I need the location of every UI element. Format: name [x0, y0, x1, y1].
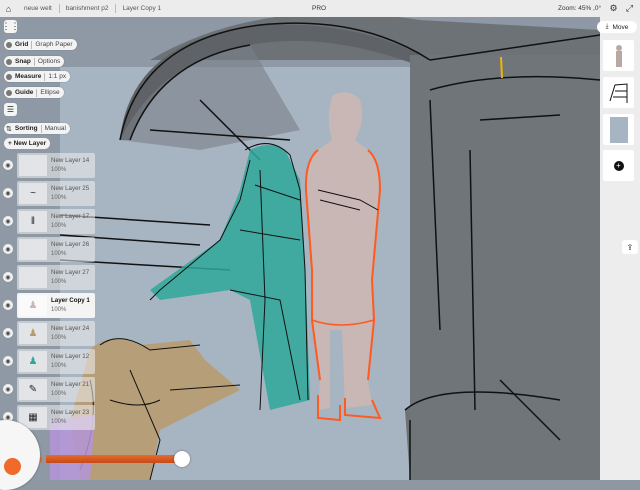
breadcrumb-0[interactable]: neue welt — [17, 0, 59, 17]
layer-opacity: 100% — [51, 363, 67, 369]
grid-tool[interactable]: Grid Graph Paper — [4, 39, 77, 50]
layer-item[interactable]: ◉ ♟ New Layer 24 100% — [3, 321, 95, 346]
measure-label: Measure — [15, 73, 42, 80]
measure-tool[interactable]: Measure 1:1 px — [4, 71, 71, 82]
guide-tool[interactable]: Guide Ellipse — [4, 87, 64, 98]
gear-icon[interactable]: ⚙ — [608, 3, 619, 14]
measure-value[interactable]: 1:1 px — [48, 73, 66, 80]
reference-thumbnail-sketch[interactable] — [603, 77, 634, 108]
layer-name: New Layer 17 — [51, 213, 90, 220]
layer-item[interactable]: ◉ ‖ New Layer 17 100% — [3, 209, 95, 234]
visibility-icon[interactable]: ◉ — [3, 328, 13, 338]
layer-opacity: 100% — [51, 335, 67, 341]
layer-thumbnail: ✎ — [19, 379, 47, 400]
layer-opacity: 100% — [51, 251, 67, 257]
visibility-icon[interactable]: ◉ — [3, 188, 13, 198]
grid-toggle-icon[interactable] — [6, 41, 12, 48]
measure-toggle-icon[interactable] — [6, 73, 12, 80]
layer-name: New Layer 25 — [51, 185, 90, 192]
apps-grid-icon[interactable]: ⋮⋮ — [2, 20, 20, 33]
layers-list: ◉ New Layer 14 100% ◉ ~ New Layer 25 100… — [3, 153, 95, 433]
visibility-icon[interactable]: ◉ — [3, 160, 13, 170]
layer-name: New Layer 21 — [51, 381, 90, 388]
layer-thumbnail: ♟ — [19, 323, 47, 344]
guide-label: Guide — [15, 89, 34, 96]
layer-item[interactable]: ◉ ♟ New Layer 12 100% — [3, 349, 95, 374]
breadcrumb-1[interactable]: banishment p2 — [58, 0, 116, 17]
layer-opacity: 100% — [51, 307, 67, 313]
sorting-value[interactable]: Manual — [45, 125, 66, 132]
layer-thumbnail — [19, 155, 47, 176]
layer-thumbnail — [19, 267, 47, 288]
layer-opacity: 100% — [51, 195, 67, 201]
reference-thumbnail-figure[interactable] — [603, 40, 634, 71]
layer-opacity: 100% — [51, 279, 67, 285]
visibility-icon[interactable]: ◉ — [3, 384, 13, 394]
layer-item[interactable]: ◉ New Layer 26 100% — [3, 237, 95, 262]
guide-toggle-icon[interactable] — [6, 89, 12, 96]
sort-icon: ⇅ — [6, 125, 12, 133]
layer-name: New Layer 24 — [51, 325, 90, 332]
visibility-icon[interactable]: ◉ — [3, 272, 13, 282]
layers-menu-icon[interactable]: ☰ — [4, 103, 17, 116]
grid-value[interactable]: Graph Paper — [35, 41, 72, 48]
layer-item[interactable]: ◉ New Layer 14 100% — [3, 153, 95, 178]
layer-name: New Layer 14 — [51, 157, 90, 164]
move-button[interactable]: ⤓ Move — [597, 21, 637, 33]
sorting-control[interactable]: ⇅ Sorting Manual — [4, 123, 70, 134]
brush-size-slider[interactable] — [46, 455, 186, 463]
pro-label: PRO — [312, 5, 327, 12]
move-label: Move — [612, 23, 629, 31]
layer-name: Layer Copy 1 — [51, 297, 90, 304]
home-icon[interactable]: ⌂ — [0, 3, 17, 14]
layer-thumbnail: ♟ — [19, 351, 47, 372]
visibility-icon[interactable]: ◉ — [3, 216, 13, 226]
layer-name: New Layer 27 — [51, 269, 90, 276]
layer-opacity: 100% — [51, 419, 67, 425]
snap-toggle-icon[interactable] — [6, 58, 12, 65]
share-icon[interactable]: ⇪ — [622, 240, 638, 254]
layer-opacity: 100% — [51, 167, 67, 173]
grid-label: Grid — [15, 41, 29, 48]
reference-thumbnail-blank[interactable] — [603, 114, 634, 145]
layer-item[interactable]: ◉ ✎ New Layer 21 100% — [3, 377, 95, 402]
slider-handle[interactable] — [174, 451, 190, 467]
layer-opacity: 100% — [51, 391, 67, 397]
layer-thumbnail: ♟ — [19, 295, 47, 316]
layer-item[interactable]: ◉ New Layer 27 100% — [3, 265, 95, 290]
layer-thumbnail: ‖ — [19, 211, 47, 232]
layer-opacity: 100% — [51, 223, 67, 229]
layer-item-active[interactable]: ◉ ♟ Layer Copy 1 100% — [3, 293, 95, 318]
layer-thumbnail — [19, 239, 47, 260]
layer-name: New Layer 12 — [51, 353, 90, 360]
new-layer-button[interactable]: + New Layer — [4, 138, 51, 149]
breadcrumb-2[interactable]: Layer Copy 1 — [115, 0, 168, 17]
sorting-label: Sorting — [14, 125, 38, 132]
layer-name: New Layer 26 — [51, 241, 90, 248]
zoom-readout[interactable]: Zoom: 45% ,0° — [558, 0, 601, 17]
plus-icon: + — [613, 160, 624, 171]
guide-value[interactable]: Ellipse — [40, 89, 59, 96]
visibility-icon[interactable]: ◉ — [3, 244, 13, 254]
visibility-icon[interactable]: ◉ — [3, 300, 13, 310]
color-swatch[interactable] — [4, 458, 21, 475]
fullscreen-icon[interactable]: ⤢ — [624, 3, 635, 14]
snap-value[interactable]: Options — [38, 58, 60, 65]
snap-tool[interactable]: Snap Options — [4, 56, 65, 67]
add-reference-button[interactable]: + — [603, 150, 634, 181]
download-icon: ⤓ — [605, 23, 609, 30]
layer-item[interactable]: ◉ ~ New Layer 25 100% — [3, 181, 95, 206]
visibility-icon[interactable]: ◉ — [3, 356, 13, 366]
snap-label: Snap — [15, 58, 31, 65]
layer-name: New Layer 23 — [51, 409, 90, 416]
layer-thumbnail: ~ — [19, 183, 47, 204]
